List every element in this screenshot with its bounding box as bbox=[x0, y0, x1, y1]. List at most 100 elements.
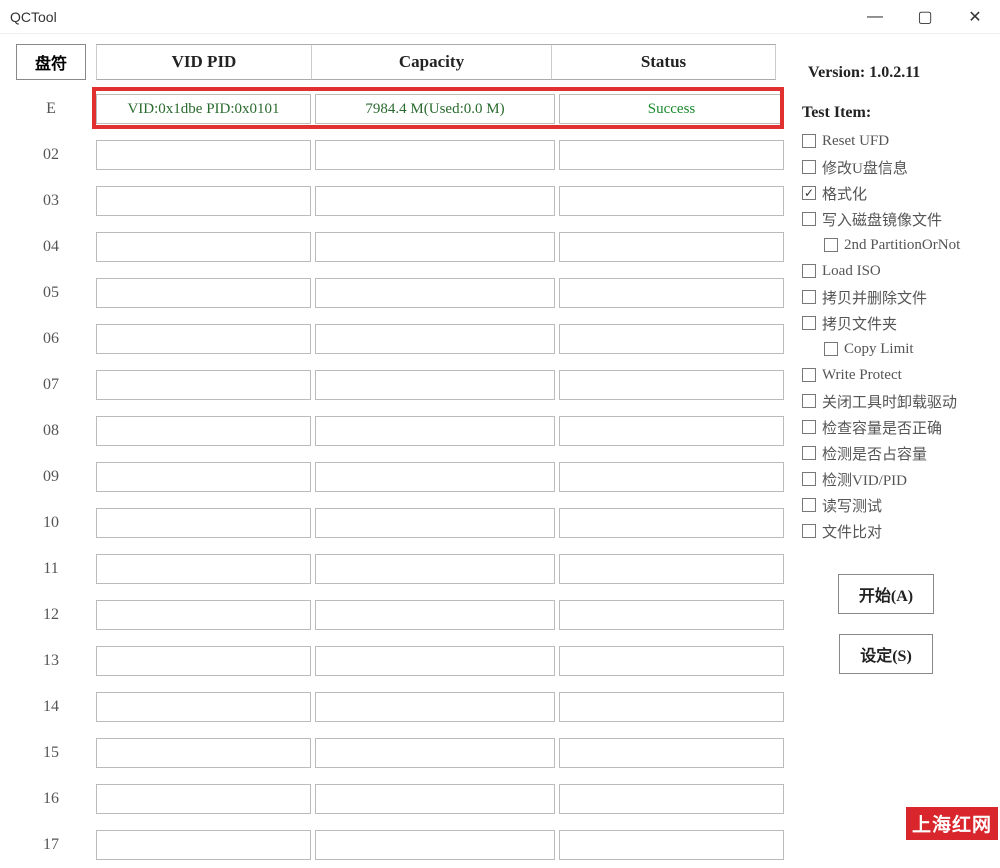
row-cells bbox=[96, 224, 784, 270]
checkbox[interactable] bbox=[802, 212, 816, 226]
cell-capacity bbox=[315, 830, 555, 860]
row-drive-label: 06 bbox=[16, 316, 86, 362]
table-row: 05 bbox=[16, 270, 784, 316]
cell-vidpid bbox=[96, 324, 311, 354]
checkbox[interactable] bbox=[802, 394, 816, 408]
checkbox-label: Write Protect bbox=[822, 367, 902, 384]
row-drive-label: 13 bbox=[16, 638, 86, 684]
checkbox-row: 检查容量是否正确 bbox=[802, 414, 990, 440]
settings-button[interactable]: 设定(S) bbox=[839, 634, 933, 674]
checkbox-label: 检测是否占容量 bbox=[822, 443, 927, 464]
cell-vidpid bbox=[96, 508, 311, 538]
cell-vidpid bbox=[96, 554, 311, 584]
row-drive-label: 09 bbox=[16, 454, 86, 500]
row-cells bbox=[96, 132, 784, 178]
checkbox[interactable] bbox=[802, 368, 816, 382]
checkbox[interactable] bbox=[802, 472, 816, 486]
maximize-button[interactable]: ▢ bbox=[900, 0, 950, 33]
checkbox-row: 拷贝并删除文件 bbox=[802, 284, 990, 310]
checkbox-row: 检测是否占容量 bbox=[802, 440, 990, 466]
checkbox[interactable] bbox=[802, 524, 816, 538]
cell-capacity bbox=[315, 140, 555, 170]
checkbox-row: Load ISO bbox=[802, 258, 990, 284]
cell-vidpid: VID:0x1dbe PID:0x0101 bbox=[96, 94, 311, 124]
checkbox[interactable] bbox=[802, 446, 816, 460]
close-button[interactable]: ✕ bbox=[950, 0, 1000, 33]
version-label: Version: 1.0.2.11 bbox=[802, 64, 990, 82]
checkbox[interactable] bbox=[824, 238, 838, 252]
checkbox-label: 写入磁盘镜像文件 bbox=[822, 209, 942, 230]
cell-status bbox=[559, 508, 784, 538]
checkbox-row: 2nd PartitionOrNot bbox=[802, 232, 990, 258]
cell-vidpid bbox=[96, 738, 311, 768]
table-row: 08 bbox=[16, 408, 784, 454]
table-row: 07 bbox=[16, 362, 784, 408]
checkbox[interactable] bbox=[802, 290, 816, 304]
table-header-row: 盘符 VID PID Capacity Status bbox=[16, 44, 784, 80]
row-cells bbox=[96, 822, 784, 868]
titlebar: QCTool — ▢ ✕ bbox=[0, 0, 1000, 34]
table-row: 03 bbox=[16, 178, 784, 224]
table-row: 09 bbox=[16, 454, 784, 500]
row-drive-label: 08 bbox=[16, 408, 86, 454]
checkbox-label: 读写测试 bbox=[822, 495, 882, 516]
header-capacity: Capacity bbox=[311, 44, 551, 80]
cell-vidpid bbox=[96, 692, 311, 722]
checkbox-row: 写入磁盘镜像文件 bbox=[802, 206, 990, 232]
row-drive-label: 03 bbox=[16, 178, 86, 224]
row-cells bbox=[96, 546, 784, 592]
cell-capacity bbox=[315, 784, 555, 814]
row-cells: VID:0x1dbe PID:0x01017984.4 M(Used:0.0 M… bbox=[96, 86, 784, 132]
checkbox-label: 关闭工具时卸载驱动 bbox=[822, 391, 957, 412]
checkbox[interactable] bbox=[802, 420, 816, 434]
start-button[interactable]: 开始(A) bbox=[838, 574, 934, 614]
checkbox-label: 拷贝文件夹 bbox=[822, 313, 897, 334]
row-drive-label: 05 bbox=[16, 270, 86, 316]
cell-status bbox=[559, 554, 784, 584]
table-row: 04 bbox=[16, 224, 784, 270]
table-row: 14 bbox=[16, 684, 784, 730]
checkbox[interactable] bbox=[824, 342, 838, 356]
cell-status bbox=[559, 692, 784, 722]
minimize-button[interactable]: — bbox=[850, 0, 900, 33]
checkbox[interactable] bbox=[802, 316, 816, 330]
checkbox-row: Copy Limit bbox=[802, 336, 990, 362]
row-drive-label: 12 bbox=[16, 592, 86, 638]
row-cells bbox=[96, 362, 784, 408]
header-vidpid: VID PID bbox=[96, 44, 311, 80]
cell-vidpid bbox=[96, 600, 311, 630]
row-drive-label: 16 bbox=[16, 776, 86, 822]
checkbox-label: Copy Limit bbox=[844, 341, 914, 358]
cell-capacity bbox=[315, 692, 555, 722]
cell-status bbox=[559, 600, 784, 630]
checkbox-label: 2nd PartitionOrNot bbox=[844, 237, 960, 254]
cell-status bbox=[559, 278, 784, 308]
cell-vidpid bbox=[96, 784, 311, 814]
table-row: EVID:0x1dbe PID:0x01017984.4 M(Used:0.0 … bbox=[16, 86, 784, 132]
row-drive-label: 04 bbox=[16, 224, 86, 270]
table-row: 13 bbox=[16, 638, 784, 684]
test-item-heading: Test Item: bbox=[802, 104, 990, 122]
row-drive-label: 17 bbox=[16, 822, 86, 868]
checkbox[interactable] bbox=[802, 134, 816, 148]
cell-status bbox=[559, 830, 784, 860]
checkbox[interactable] bbox=[802, 498, 816, 512]
checkbox-label: 检查容量是否正确 bbox=[822, 417, 942, 438]
cell-status bbox=[559, 370, 784, 400]
checkbox-label: Load ISO bbox=[822, 263, 881, 280]
cell-status: Success bbox=[559, 94, 784, 124]
checkbox[interactable] bbox=[802, 186, 816, 200]
sidebar: Version: 1.0.2.11 Test Item: Reset UFD修改… bbox=[784, 44, 1000, 674]
cell-capacity bbox=[315, 462, 555, 492]
row-drive-label: 10 bbox=[16, 500, 86, 546]
row-drive-label: E bbox=[16, 86, 86, 132]
checkbox[interactable] bbox=[802, 160, 816, 174]
cell-vidpid bbox=[96, 278, 311, 308]
checkbox-row: Write Protect bbox=[802, 362, 990, 388]
checkbox[interactable] bbox=[802, 264, 816, 278]
row-cells bbox=[96, 776, 784, 822]
table-row: 12 bbox=[16, 592, 784, 638]
table-row: 16 bbox=[16, 776, 784, 822]
window-controls: — ▢ ✕ bbox=[850, 0, 1000, 33]
header-status: Status bbox=[551, 44, 776, 80]
